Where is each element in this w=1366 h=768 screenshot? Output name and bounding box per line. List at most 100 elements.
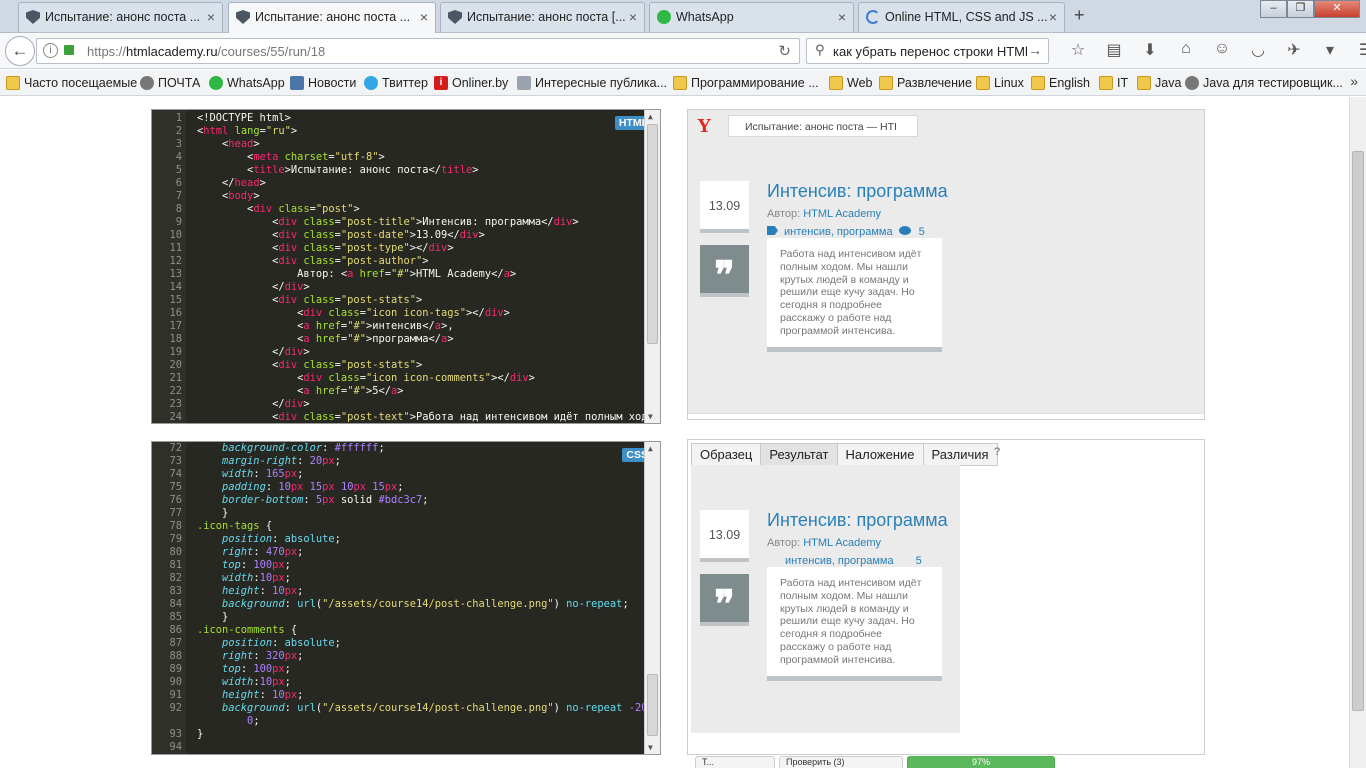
close-icon[interactable]: ×: [838, 3, 846, 31]
code-text[interactable]: <div class="icon icon-tags"></div>: [182, 307, 510, 320]
tab-sample[interactable]: Образец: [691, 443, 762, 466]
code-text[interactable]: .icon-comments {: [182, 624, 297, 637]
info-icon[interactable]: i: [43, 43, 58, 58]
code-line[interactable]: 13 Автор: <a href="#">HTML Academy</a>: [152, 268, 660, 281]
check-button[interactable]: Проверить (3): [779, 756, 903, 768]
code-text[interactable]: position: absolute;: [182, 637, 341, 650]
code-text[interactable]: <body>: [182, 190, 260, 203]
author-link[interactable]: HTML Academy: [803, 537, 881, 549]
code-line[interactable]: 6 </head>: [152, 177, 660, 190]
code-text[interactable]: <div class="post-stats">: [182, 294, 422, 307]
scroll-down-icon[interactable]: ▼: [648, 743, 653, 752]
code-line[interactable]: 89 top: 100px;: [152, 663, 660, 676]
code-line[interactable]: 7 <body>: [152, 190, 660, 203]
code-text[interactable]: position: absolute;: [182, 533, 341, 546]
code-line[interactable]: 76 border-bottom: 5px solid #bdc3c7;: [152, 494, 660, 507]
bookmark-item[interactable]: IT: [1099, 76, 1128, 90]
code-line[interactable]: 3 <head>: [152, 138, 660, 151]
reading-list-icon[interactable]: ▤: [1096, 40, 1132, 60]
code-text[interactable]: <a href="#">интенсив</a>,: [182, 320, 454, 333]
search-bar[interactable]: ⚲ как убрать перенос строки HTMl →: [806, 38, 1049, 64]
code-line[interactable]: 87 position: absolute;: [152, 637, 660, 650]
close-icon[interactable]: ×: [207, 3, 215, 31]
code-line[interactable]: 14 </div>: [152, 281, 660, 294]
scroll-down-icon[interactable]: ▼: [648, 412, 653, 421]
code-text[interactable]: top: 100px;: [182, 663, 291, 676]
code-text[interactable]: height: 10px;: [182, 689, 303, 702]
code-line[interactable]: 83 height: 10px;: [152, 585, 660, 598]
code-text[interactable]: <html lang="ru">: [182, 125, 297, 138]
editor-scrollbar[interactable]: ▲ ▼: [644, 442, 660, 754]
search-input[interactable]: как убрать перенос строки HTMl: [833, 44, 1028, 59]
css-code-editor[interactable]: 72 background-color: #ffffff; 73 margin-r…: [151, 441, 661, 755]
smiley-icon[interactable]: ☺: [1204, 40, 1240, 60]
star-icon[interactable]: ☆: [1060, 40, 1096, 60]
code-line[interactable]: 20 <div class="post-stats">: [152, 359, 660, 372]
code-text[interactable]: <!DOCTYPE html>: [182, 112, 291, 125]
browser-tab-1[interactable]: Испытание: анонс поста ... ×: [18, 2, 223, 32]
code-text[interactable]: <a href="#">программа</a>: [182, 333, 454, 346]
code-text[interactable]: width:10px;: [182, 572, 291, 585]
comments-link[interactable]: 5: [916, 555, 922, 567]
new-tab-icon[interactable]: +: [1074, 5, 1085, 26]
code-line[interactable]: 78 .icon-tags {: [152, 520, 660, 533]
code-line[interactable]: 18 <a href="#">программа</a>: [152, 333, 660, 346]
code-text[interactable]: }: [182, 728, 203, 741]
code-line[interactable]: 22 <a href="#">5</a>: [152, 385, 660, 398]
code-text[interactable]: }: [182, 507, 228, 520]
code-text[interactable]: background: url("/assets/course14/post-c…: [182, 598, 629, 611]
code-line[interactable]: 72 background-color: #ffffff;: [152, 442, 660, 455]
bookmark-item[interactable]: Java для тестировщик...: [1185, 76, 1343, 90]
dropdown-icon[interactable]: ▾: [1312, 40, 1348, 60]
code-text[interactable]: top: 100px;: [182, 559, 291, 572]
bookmark-item[interactable]: i Onliner.by: [434, 76, 508, 90]
code-text[interactable]: <head>: [182, 138, 260, 151]
tab-overlay[interactable]: Наложение: [836, 443, 924, 466]
code-text[interactable]: </div>: [182, 398, 310, 411]
code-lines[interactable]: 72 background-color: #ffffff; 73 margin-r…: [152, 442, 660, 754]
bookmark-item[interactable]: Развлечение: [879, 76, 972, 90]
code-text[interactable]: </head>: [182, 177, 266, 190]
code-line[interactable]: 75 padding: 10px 15px 10px 15px;: [152, 481, 660, 494]
download-icon[interactable]: ⬇: [1132, 40, 1168, 60]
bookmark-item[interactable]: Интересные публика...: [517, 76, 667, 90]
code-text[interactable]: <div class="post">: [182, 203, 360, 216]
reload-icon[interactable]: ↻: [778, 42, 791, 60]
code-line[interactable]: 24 <div class="post-text">Работа над инт…: [152, 411, 660, 423]
bookmark-item[interactable]: Web: [829, 76, 872, 90]
bookmark-item[interactable]: Программирование ...: [673, 76, 819, 90]
scroll-up-icon[interactable]: ▲: [648, 444, 653, 453]
html-code-editor[interactable]: 1 <!DOCTYPE html> 2 <html lang="ru"> 3 <head…: [151, 109, 661, 424]
code-text[interactable]: <div class="post-stats">: [182, 359, 422, 372]
chevron-right-icon[interactable]: »: [1350, 73, 1358, 89]
code-lines[interactable]: 1 <!DOCTYPE html> 2 <html lang="ru"> 3 <head…: [152, 112, 660, 423]
code-line[interactable]: 21 <div class="icon icon-comments"></div…: [152, 372, 660, 385]
code-text[interactable]: <div class="post-date">13.09</div>: [182, 229, 485, 242]
scrollbar-thumb[interactable]: [647, 124, 658, 344]
code-line[interactable]: 94: [152, 741, 660, 754]
tags-link[interactable]: интенсив, программа: [784, 226, 893, 238]
arrow-right-icon[interactable]: →: [1028, 42, 1042, 58]
scrollbar-thumb[interactable]: [647, 674, 658, 736]
bookmark-item[interactable]: Твиттер: [364, 76, 428, 90]
bookmark-item[interactable]: ПОЧТА: [140, 76, 200, 90]
maximize-icon[interactable]: ❐: [1287, 0, 1314, 18]
code-text[interactable]: background: url("/assets/course14/post-c…: [182, 702, 660, 715]
code-text[interactable]: padding: 10px 15px 10px 15px;: [182, 481, 404, 494]
code-line[interactable]: 0;: [152, 715, 660, 728]
bookmark-item[interactable]: WhatsApp: [209, 76, 285, 90]
code-text[interactable]: 0;: [182, 715, 260, 728]
code-text[interactable]: margin-right: 20px;: [182, 455, 341, 468]
page-scrollbar[interactable]: [1349, 97, 1366, 768]
bottom-button[interactable]: Т...: [695, 756, 775, 768]
code-text[interactable]: width: 165px;: [182, 468, 303, 481]
close-icon[interactable]: ×: [420, 3, 428, 31]
code-text[interactable]: }: [182, 611, 228, 624]
code-text[interactable]: .icon-tags {: [182, 520, 272, 533]
code-line[interactable]: 10 <div class="post-date">13.09</div>: [152, 229, 660, 242]
tags-link[interactable]: интенсив, программа: [785, 555, 894, 567]
code-line[interactable]: 19 </div>: [152, 346, 660, 359]
browser-tab-2[interactable]: Испытание: анонс поста ... ×: [228, 2, 436, 33]
bookmark-item[interactable]: Linux: [976, 76, 1024, 90]
code-line[interactable]: 90 width:10px;: [152, 676, 660, 689]
